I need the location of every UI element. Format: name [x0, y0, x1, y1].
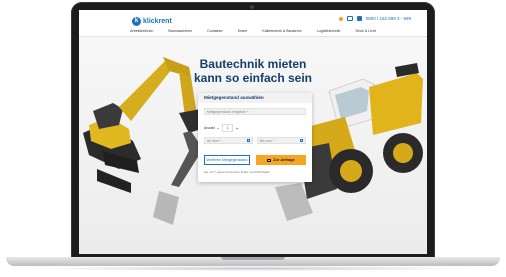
- brand-logo-icon: k: [132, 16, 141, 26]
- nav-item-container[interactable]: Container: [207, 27, 223, 36]
- end-date-placeholder: Bis zum *: [260, 139, 275, 143]
- rental-form-card: Mietgegenstand auswählen Mietgegenstand …: [198, 93, 312, 182]
- cart-icon: [267, 158, 272, 162]
- loader-shadow-image: [275, 183, 313, 221]
- nav-item-krane[interactable]: Krane: [238, 27, 248, 36]
- required-fields-note: Die mit (*) gekennzeichneten Felder sind…: [204, 170, 271, 174]
- webcam-icon: [250, 5, 254, 9]
- notification-badge-icon[interactable]: [338, 16, 343, 21]
- hero-title-line-1: Bautechnik mieten: [199, 57, 307, 71]
- laptop-shadow: [30, 266, 476, 271]
- calendar-icon: [247, 139, 250, 142]
- hero-title: Bautechnik mieten kann so einfach sein: [79, 57, 427, 85]
- brand-logo[interactable]: k klickrent: [132, 16, 172, 26]
- calendar-icon: [300, 139, 303, 142]
- quantity-plus-button[interactable]: +: [234, 126, 240, 131]
- quantity-label: Anzahl: [204, 126, 215, 130]
- add-item-button[interactable]: Weiteren Mietgegenstand: [204, 155, 250, 165]
- request-button[interactable]: Zur Anfrage: [256, 155, 306, 165]
- cart-icon[interactable]: [346, 16, 353, 21]
- item-search-input[interactable]: Mietgegenstand eingeben *: [204, 108, 306, 115]
- hero-section: Bautechnik mieten kann so einfach sein M…: [79, 37, 427, 254]
- brand-name: klickrent: [143, 17, 172, 25]
- start-date-placeholder: Ab dem *: [207, 139, 221, 143]
- nav-item-strom-licht[interactable]: Stroh & Licht: [355, 27, 376, 36]
- bucket-shadow-image: [153, 191, 179, 225]
- nav-item-kaeltetechnik[interactable]: Kältetechnik & Baustrom: [262, 27, 301, 36]
- phone-number[interactable]: 0800 / 162 599 3 - 599: [366, 16, 411, 21]
- laptop-mockup: k klickrent 0800 / 162 599 3 - 599 Arbei…: [0, 0, 506, 277]
- main-nav: Arbeitsbühnen Baumaschinen Container Kra…: [79, 27, 427, 37]
- nav-item-baumaschinen[interactable]: Baumaschinen: [168, 27, 192, 36]
- phone-icon: [356, 16, 362, 21]
- form-heading: Mietgegenstand auswählen: [198, 93, 312, 103]
- laptop-notch: [221, 257, 285, 260]
- site-header: k klickrent 0800 / 162 599 3 - 599 Arbei…: [79, 10, 427, 37]
- quantity-value[interactable]: 1: [222, 124, 233, 132]
- hero-title-line-2: kann so einfach sein: [193, 71, 313, 85]
- header-actions: 0800 / 162 599 3 - 599: [338, 16, 411, 21]
- request-button-label: Zur Anfrage: [273, 158, 295, 162]
- end-date-field[interactable]: Bis zum *: [257, 137, 306, 144]
- start-date-field[interactable]: Ab dem *: [204, 137, 253, 144]
- quantity-minus-button[interactable]: −: [215, 126, 221, 131]
- laptop-screen: k klickrent 0800 / 162 599 3 - 599 Arbei…: [79, 10, 427, 254]
- quantity-stepper: − 1 +: [215, 124, 240, 132]
- nav-item-arbeitsbuehnen[interactable]: Arbeitsbühnen: [130, 27, 153, 36]
- nav-item-logistiktechnik[interactable]: Logistiktechnik: [317, 27, 341, 36]
